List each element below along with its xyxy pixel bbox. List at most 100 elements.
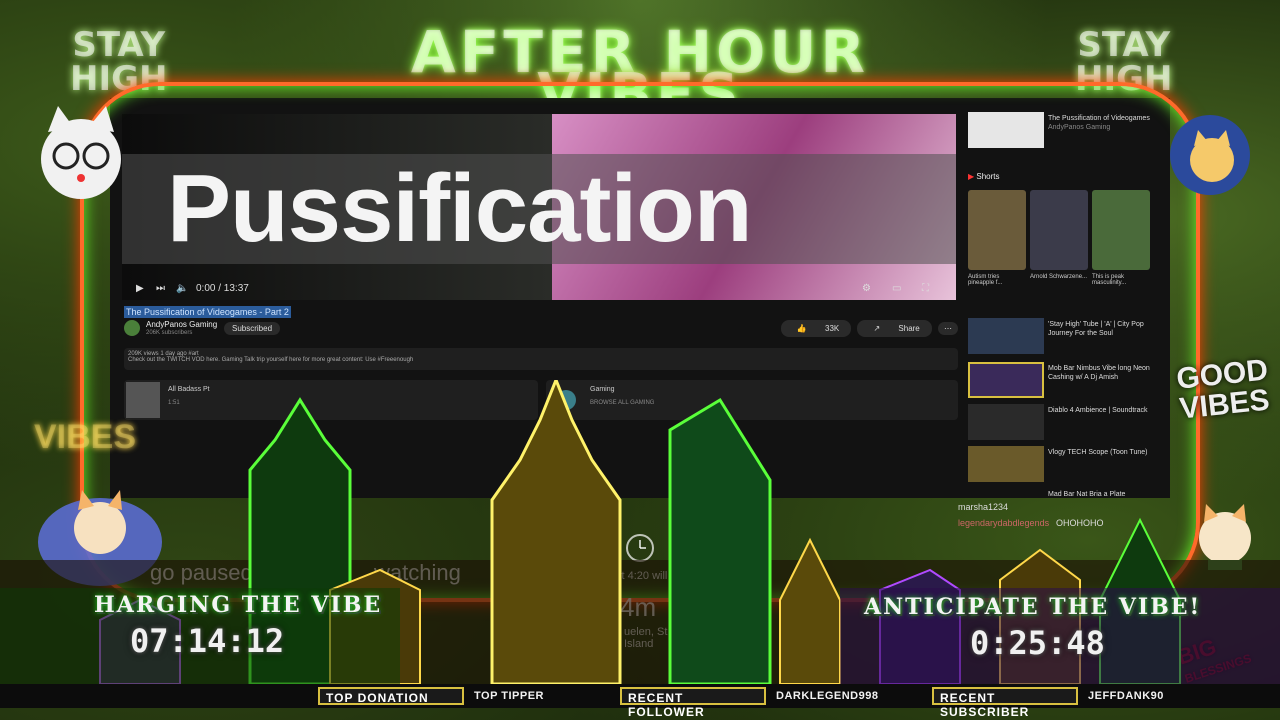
- weather-place: uelen, St Paul Island,: [624, 626, 728, 638]
- short-thumbnail-2[interactable]: [1030, 190, 1088, 270]
- like-button[interactable]: 👍 33K: [780, 320, 852, 337]
- shorts-header: ▶ Shorts: [968, 172, 1000, 181]
- countdown-right-value: 0:25:48: [970, 624, 1105, 662]
- recent-follower-value: DARKLEGEND998: [776, 690, 879, 702]
- cat-sticker-glasses: [41, 106, 121, 199]
- top-tipper-label: TOP TIPPER: [474, 690, 545, 702]
- channel-avatar[interactable]: [124, 320, 140, 336]
- vibes-word: VIBES: [1178, 383, 1272, 426]
- subscribe-button[interactable]: Subscribed: [224, 322, 281, 335]
- chat-user-1: marsha1234: [958, 502, 1009, 512]
- card-subtitle: 1:51: [168, 400, 180, 406]
- sidebar-item-rec4[interactable]: Vlogy TECH Scope (Toon Tune): [968, 446, 1158, 482]
- sidebar-thumbnail: [968, 112, 1044, 148]
- fullscreen-icon[interactable]: ⛶: [922, 283, 929, 294]
- sidebar-item-title: Mob Bar Nimbus Vibe long Neon Cashing w/…: [1048, 365, 1150, 381]
- more-icon[interactable]: ⋯: [938, 322, 958, 335]
- sidebar-item-rec3[interactable]: Diablo 4 Ambience | Soundtrack: [968, 404, 1158, 440]
- channel-name[interactable]: AndyPanos Gaming: [146, 320, 217, 329]
- channel-row: AndyPanos Gaming 206K subscribers Subscr…: [124, 320, 958, 340]
- player-controls: ▶ ⏭ 🔈 0:00 / 13:37 ⚙ ▭ ⛶: [122, 281, 956, 301]
- theater-icon[interactable]: ▭: [892, 283, 901, 294]
- stay-high-badge-right: STAY HIGH: [1075, 28, 1172, 96]
- short-caption-2: Arnold Schwarzene...: [1030, 274, 1088, 280]
- short-caption-3: This is peak masculinity...: [1092, 274, 1127, 286]
- weather-value: 4m: [620, 592, 657, 622]
- shorts-label: Shorts: [976, 172, 1000, 181]
- sidebar-item-top[interactable]: The Pussification of Videogames AndyPano…: [968, 112, 1158, 148]
- badge-left-word1: STAY: [72, 25, 166, 65]
- card-thumbnail: [126, 382, 160, 418]
- channel-subs: 206K subscribers: [146, 330, 193, 336]
- recent-subscriber-label: RECENT SUBSCRIBER: [932, 687, 1078, 719]
- sidebar-item-title: Diablo 4 Ambience | Soundtrack: [1048, 407, 1148, 414]
- like-count: 33K: [819, 322, 846, 335]
- cat-sticker-grumpy: [1199, 504, 1251, 570]
- top-donation-label: TOP DONATION: [318, 687, 464, 705]
- desc-line-2: Check out the TWITCH VOD here. Gaming Ta…: [128, 357, 414, 363]
- card-title: All Badass Pt: [168, 386, 210, 393]
- volume-icon[interactable]: 🔈: [176, 283, 188, 294]
- clock-icon: [626, 534, 654, 562]
- video-title: The Pussification of Videogames - Part 2: [124, 306, 291, 318]
- cat-sticker-moon: [1170, 115, 1250, 195]
- sidebar-item-title: Mad Bar Nat Bria a Plate: [1048, 491, 1126, 498]
- badge-right-word2: HIGH: [1075, 59, 1173, 99]
- sidebar-item-title: The Pussification of Videogames: [1048, 115, 1150, 122]
- chat-user-2: legendarydabdlegends: [958, 518, 1050, 528]
- share-icon: ↗: [867, 322, 887, 335]
- short-caption-1: Autism tries pineapple f...: [968, 274, 1003, 286]
- sidebar-item-title: 'Stay High' Tube | 'A' | City Pop Journe…: [1048, 321, 1144, 337]
- play-icon[interactable]: ▶: [136, 283, 144, 294]
- countdown-right-label: ANTICIPATE THE VIBE!: [864, 594, 1202, 620]
- related-card-1[interactable]: All Badass Pt 1:51: [124, 380, 538, 420]
- video-description[interactable]: 209K views 1 day ago #art Check out the …: [124, 348, 958, 370]
- countdown-left-label: HARGING THE VIBE: [94, 592, 383, 618]
- badge-right-word1: STAY: [1077, 25, 1171, 65]
- paused-alert-text: go paused: [150, 560, 253, 585]
- cat-sticker-sleeping: [38, 490, 162, 586]
- sidebar-thumbnail: [968, 404, 1044, 440]
- sidebar-item-title: Vlogy TECH Scope (Toon Tune): [1048, 449, 1148, 456]
- stream-overlay: AFTER HOUR VIBES STAY HIGH STAY HIGH Pus…: [0, 0, 1280, 720]
- countdown-left-value: 07:14:12: [130, 622, 285, 660]
- weather-place-2: Island: [624, 638, 654, 650]
- video-player[interactable]: Pussification: [122, 114, 956, 300]
- recent-subscriber-value: JEFFDANK90: [1088, 690, 1164, 702]
- video-overlay-word: Pussification: [167, 155, 752, 262]
- sidebar-item-text: The Pussification of Videogames AndyPano…: [1048, 114, 1156, 132]
- sidebar-item-rec5[interactable]: Mad Bar Nat Bria a Plate: [968, 488, 1158, 498]
- watching-alert-text: watching: [374, 560, 461, 585]
- good-vibes-sticker: GOOD VIBES: [1175, 353, 1272, 426]
- recommendations-sidebar: The Pussification of Videogames AndyPano…: [968, 112, 1158, 498]
- browser-capture: Pussification ▶ ⏭ 🔈 0:00 / 13:37 ⚙ ▭ ⛶ T…: [110, 98, 1170, 498]
- card-subtitle: BROWSE ALL GAMING: [590, 400, 655, 406]
- sidebar-item-channel: AndyPanos Gaming: [1048, 124, 1111, 131]
- vibes-left-sticker: VIBES: [34, 418, 137, 456]
- chat-message-2: OHOHOHO: [1056, 518, 1104, 528]
- share-label: Share: [892, 322, 926, 335]
- weather-line: xt 4:20 will be in: [616, 570, 695, 582]
- shorts-icon: ▶: [968, 172, 975, 181]
- time-display: 0:00 / 13:37: [196, 283, 249, 294]
- share-button[interactable]: ↗ Share: [857, 320, 932, 337]
- next-icon[interactable]: ⏭: [156, 283, 165, 294]
- stay-high-badge-left: STAY HIGH: [70, 28, 167, 96]
- stats-ticker: TOP DONATION TOP TIPPER RECENT FOLLOWER …: [0, 684, 1280, 719]
- badge-left-word2: HIGH: [70, 59, 168, 99]
- sidebar-thumbnail: [968, 318, 1044, 354]
- video-actions: 👍 33K ↗ Share ⋯: [777, 320, 958, 337]
- thumbs-up-icon: 👍: [790, 322, 813, 335]
- recent-follower-label: RECENT FOLLOWER: [620, 687, 766, 719]
- sidebar-item-rec2[interactable]: Mob Bar Nimbus Vibe long Neon Cashing w/…: [968, 362, 1158, 398]
- card-title: Gaming: [590, 386, 615, 393]
- big-blessings-sticker: BIG BLESSINGS: [1174, 626, 1255, 689]
- related-card-2[interactable]: Gaming BROWSE ALL GAMING: [546, 380, 958, 420]
- sidebar-thumbnail: [968, 362, 1044, 398]
- settings-icon[interactable]: ⚙: [862, 283, 871, 294]
- sidebar-item-rec1[interactable]: 'Stay High' Tube | 'A' | City Pop Journe…: [968, 318, 1158, 354]
- gaming-icon: [556, 390, 576, 410]
- short-thumbnail-1[interactable]: [968, 190, 1026, 270]
- short-thumbnail-3[interactable]: [1092, 190, 1150, 270]
- sidebar-thumbnail: [968, 446, 1044, 482]
